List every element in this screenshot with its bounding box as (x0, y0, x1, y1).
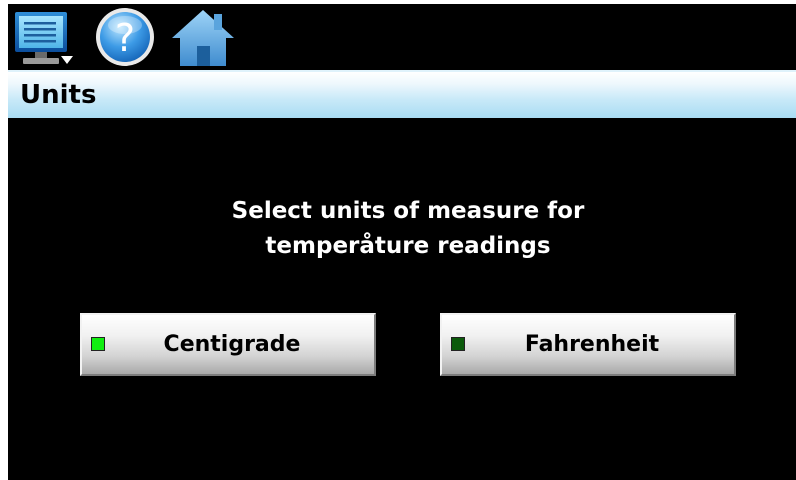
fahrenheit-button[interactable]: Fahrenheit (440, 313, 736, 376)
toolbar: ? (8, 4, 796, 70)
page-title-bar: Units (8, 70, 796, 118)
screen: ? Units Select units of measure for temp… (8, 4, 796, 480)
centigrade-indicator (91, 337, 105, 351)
monitor-menu-icon (11, 6, 77, 68)
instructions-line-1: Select units of measure for (231, 198, 585, 224)
home-icon (170, 6, 236, 68)
home-button[interactable] (170, 6, 236, 68)
help-button[interactable]: ? (92, 6, 158, 68)
main-menu-button[interactable] (11, 6, 77, 68)
centigrade-label: Centigrade (163, 332, 301, 357)
svg-text:?: ? (115, 16, 135, 60)
help-icon: ? (92, 6, 158, 68)
fahrenheit-indicator (451, 337, 465, 351)
instructions-text: Select units of measure for temperåture… (8, 194, 796, 264)
fahrenheit-label: Fahrenheit (524, 332, 660, 357)
centigrade-button[interactable]: Centigrade (80, 313, 376, 376)
instructions-line-2: temperåture readings (265, 233, 551, 259)
page-title: Units (20, 80, 97, 110)
